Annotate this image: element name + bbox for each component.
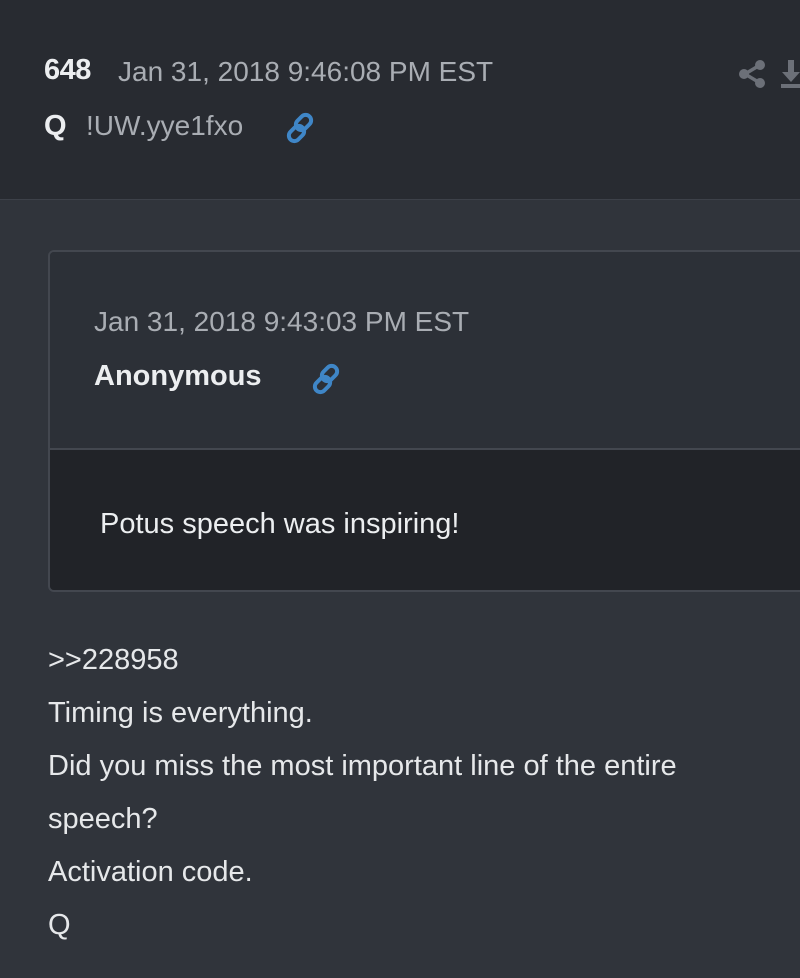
message-line: Activation code. [48,856,253,888]
quoted-post-header: Jan 31, 2018 9:43:03 PM EST Anonymous [50,252,800,450]
link-icon[interactable] [286,111,320,145]
reply-link[interactable]: >>228958 [48,634,788,687]
message-line: speech? [48,803,158,835]
post-view: 648 Jan 31, 2018 9:46:08 PM EST Q !UW.yy… [0,0,800,978]
post-number[interactable]: 648 [44,54,91,87]
message-signature: Q [48,909,71,941]
quoted-post-text: Potus speech was inspiring! [100,508,460,540]
link-icon[interactable] [312,362,346,396]
post-tripcode: !UW.yye1fxo [86,110,244,141]
quoted-post-date: Jan 31, 2018 9:43:03 PM EST [94,306,470,337]
post-date: Jan 31, 2018 9:46:08 PM EST [118,56,494,87]
message-line: Did you miss the most important line of … [48,750,677,782]
quoted-post-body: Potus speech was inspiring! [50,450,800,590]
quoted-post-author: Anonymous [94,360,262,392]
post-header: 648 Jan 31, 2018 9:46:08 PM EST Q !UW.yy… [0,0,800,200]
message-line: Timing is everything. [48,697,313,729]
quoted-post[interactable]: Jan 31, 2018 9:43:03 PM EST Anonymous Po… [48,250,800,592]
post-author: Q [44,110,67,142]
share-icon[interactable] [736,58,768,90]
post-message: >>228958 Timing is everything. Did you m… [48,634,788,952]
download-icon[interactable] [780,58,800,90]
